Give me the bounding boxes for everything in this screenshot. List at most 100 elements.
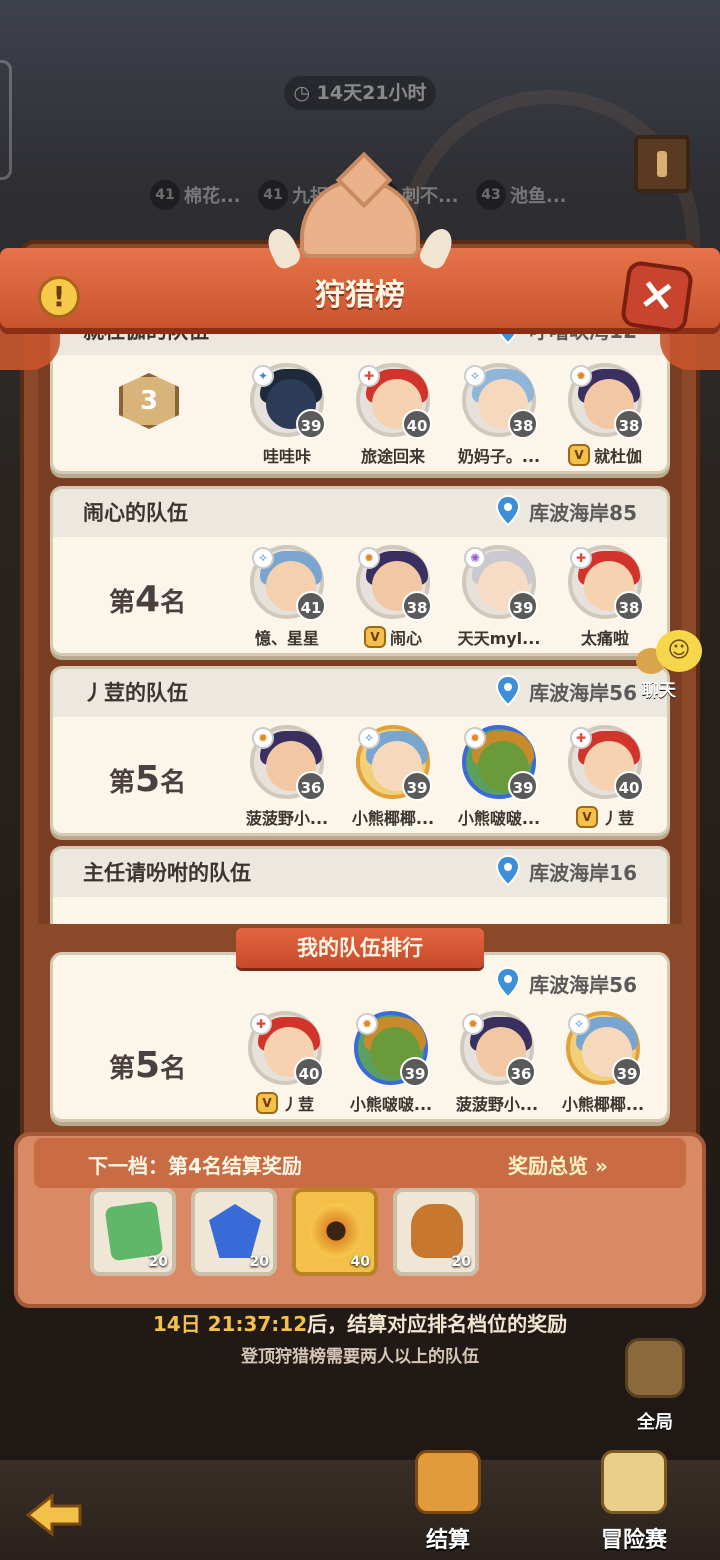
class-icon: ✹ bbox=[462, 1013, 484, 1035]
my-team-card[interactable]: 库波海岸56 第5名 ✚ 40 V 丿荳 ✹ 39 小熊啵啵... ✹ 36 菠菠野小.… bbox=[50, 952, 670, 1122]
close-button[interactable]: × bbox=[619, 259, 695, 335]
class-icon: ✹ bbox=[356, 1013, 378, 1035]
member[interactable]: ✹ 36 菠菠野小... bbox=[449, 1011, 545, 1115]
team-location: 库波海岸16 bbox=[495, 855, 637, 887]
team-location: 库波海岸56 bbox=[495, 675, 637, 707]
team-card-header: 主任请吩咐的队伍 库波海岸16 bbox=[53, 849, 667, 897]
member-name: 就杜伽 bbox=[593, 447, 642, 466]
settle-nav-button[interactable]: 结算 bbox=[398, 1450, 498, 1560]
member-name: 菠菠野小... bbox=[455, 1095, 539, 1114]
back-button[interactable] bbox=[24, 1490, 84, 1540]
avatar: ✦ 39 bbox=[250, 363, 326, 439]
avatar: ✚ 38 bbox=[568, 545, 644, 621]
member[interactable]: ✚ 40 V 丿荳 bbox=[557, 725, 653, 829]
left-edge-bracket bbox=[0, 60, 12, 180]
member-name: 太痛啦 bbox=[580, 629, 629, 648]
member[interactable]: ✧ 38 奶妈子。... bbox=[451, 363, 547, 467]
gold-orb-icon bbox=[310, 1204, 362, 1258]
clock-icon: ◷ bbox=[293, 82, 317, 104]
member-name: 闹心 bbox=[389, 629, 422, 648]
member-name: 旅途回来 bbox=[360, 447, 425, 466]
back-arrow-icon bbox=[25, 1492, 82, 1538]
avatar: ✹ 36 bbox=[250, 725, 326, 801]
class-icon: ✹ bbox=[570, 365, 592, 387]
member-name: 憶、星星 bbox=[254, 629, 319, 648]
avatar: ✹ 39 bbox=[462, 725, 538, 801]
next-tier-label: 下一档：第4名结算奖励 bbox=[88, 1154, 302, 1178]
chat-button[interactable]: ☺ 聊天 bbox=[636, 630, 706, 701]
team-name: 主任请吩咐的队伍 bbox=[83, 861, 251, 885]
settlement-countdown: 14日 21:37:12后，结算对应排名档位的奖励 bbox=[152, 1312, 568, 1336]
team-card[interactable]: 闹心的队伍 库波海岸85 第4名 ✧ 41 憶、星星 ✹ 38 V 闹心 ✺ 39 天天… bbox=[50, 486, 670, 656]
avatar: ✚ 40 bbox=[248, 1011, 324, 1087]
class-icon: ✹ bbox=[252, 727, 274, 749]
member[interactable]: ✺ 39 天天myl... bbox=[451, 545, 547, 649]
team-location: 库波海岸85 bbox=[495, 495, 637, 527]
member[interactable]: ✚ 40 旅途回来 bbox=[345, 363, 441, 467]
my-team-ribbon: 我的队伍排行 bbox=[236, 928, 484, 968]
class-icon: ✚ bbox=[570, 547, 592, 569]
class-icon: ✹ bbox=[358, 547, 380, 569]
member[interactable]: ✦ 39 哇哇咔 bbox=[239, 363, 335, 467]
location-pin-icon bbox=[496, 967, 521, 999]
info-button[interactable]: ! bbox=[38, 276, 80, 318]
team-card[interactable]: 丿荳的队伍 库波海岸56 第5名 ✹ 36 菠菠野小... ✧ 39 小熊椰椰...… bbox=[50, 666, 670, 836]
reward-overview-link[interactable]: 奖励总览 » bbox=[508, 1150, 608, 1179]
member[interactable]: ✚ 40 V 丿荳 bbox=[237, 1011, 333, 1115]
member[interactable]: ✹ 36 菠菠野小... bbox=[239, 725, 335, 829]
member[interactable]: ✹ 38 V 就杜伽 bbox=[557, 363, 653, 467]
captain-icon: V bbox=[363, 626, 386, 648]
class-icon: ✚ bbox=[250, 1013, 272, 1035]
rank-label: 第5名 bbox=[109, 1045, 187, 1086]
reward-item[interactable]: 20 bbox=[191, 1188, 277, 1276]
class-icon: ✚ bbox=[570, 727, 592, 749]
scroll-icon[interactable] bbox=[634, 135, 690, 193]
avatar: ✧ 39 bbox=[356, 725, 432, 801]
avatar: ✧ 41 bbox=[250, 545, 326, 621]
class-icon: ✹ bbox=[464, 727, 486, 749]
background-player: 41 棉花... bbox=[150, 180, 241, 210]
global-button[interactable]: 全局 bbox=[620, 1338, 690, 1438]
avatar: ✹ 39 bbox=[354, 1011, 430, 1087]
member-name: 小熊啵啵... bbox=[349, 1095, 433, 1114]
member-name: 丿荳 bbox=[281, 1095, 314, 1114]
class-icon: ✦ bbox=[252, 365, 274, 387]
team-name: 丿荳的队伍 bbox=[83, 681, 188, 705]
member-name: 菠菠野小... bbox=[245, 809, 329, 828]
avatar: ✹ 38 bbox=[568, 363, 644, 439]
class-icon: ✧ bbox=[568, 1013, 590, 1035]
member[interactable]: ✧ 39 小熊椰椰... bbox=[345, 725, 441, 829]
avatar: ✺ 39 bbox=[462, 545, 538, 621]
reward-item[interactable]: 40 bbox=[292, 1188, 378, 1276]
panel-title: 狩猎榜 bbox=[315, 278, 405, 313]
member[interactable]: ✧ 39 小熊椰椰... bbox=[555, 1011, 651, 1115]
member[interactable]: ✹ 39 小熊啵啵... bbox=[451, 725, 547, 829]
class-icon: ✺ bbox=[464, 547, 486, 569]
avatar: ✹ 38 bbox=[356, 545, 432, 621]
globe-pin-icon bbox=[625, 1338, 685, 1398]
reward-item[interactable]: 20 bbox=[90, 1188, 176, 1276]
member[interactable]: ✹ 39 小熊啵啵... bbox=[343, 1011, 439, 1115]
adventure-nav-button[interactable]: 冒险赛 bbox=[584, 1450, 684, 1560]
member[interactable]: ✹ 38 V 闹心 bbox=[345, 545, 441, 649]
reward-item[interactable]: 20 bbox=[393, 1188, 479, 1276]
roast-meal-icon bbox=[411, 1204, 463, 1258]
class-icon: ✚ bbox=[358, 365, 380, 387]
leaderboard-note: 登顶狩猎榜需要两人以上的队伍 bbox=[241, 1347, 479, 1367]
team-card-header: 闹心的队伍 库波海岸85 bbox=[53, 489, 667, 537]
avatar: ✹ 36 bbox=[460, 1011, 536, 1087]
treasure-bag-icon bbox=[415, 1450, 481, 1514]
location-pin-icon bbox=[496, 675, 521, 707]
team-location: 库波海岸56 bbox=[495, 967, 637, 999]
team-card[interactable]: 主任请吩咐的队伍 库波海岸16 bbox=[50, 846, 670, 924]
blue-crystal-icon bbox=[209, 1204, 261, 1258]
exclamation-icon: ! bbox=[52, 280, 66, 313]
member-name: 丿荳 bbox=[601, 809, 634, 828]
team-ranking-list[interactable]: 就杜伽的队伍 呼噜峡湾12 3 ✦ 39 哇哇咔 ✚ 40 旅途回来 ✧ 38 奶妈子… bbox=[50, 322, 670, 924]
team-card-header: 丿荳的队伍 库波海岸56 bbox=[53, 669, 667, 717]
team-card[interactable]: 就杜伽的队伍 呼噜峡湾12 3 ✦ 39 哇哇咔 ✚ 40 旅途回来 ✧ 38 奶妈子… bbox=[50, 322, 670, 474]
smile-icon: ☺ bbox=[656, 630, 702, 672]
rank-medal-icon: 3 bbox=[119, 373, 179, 429]
member[interactable]: ✧ 41 憶、星星 bbox=[239, 545, 335, 649]
team-name: 闹心的队伍 bbox=[83, 501, 188, 525]
